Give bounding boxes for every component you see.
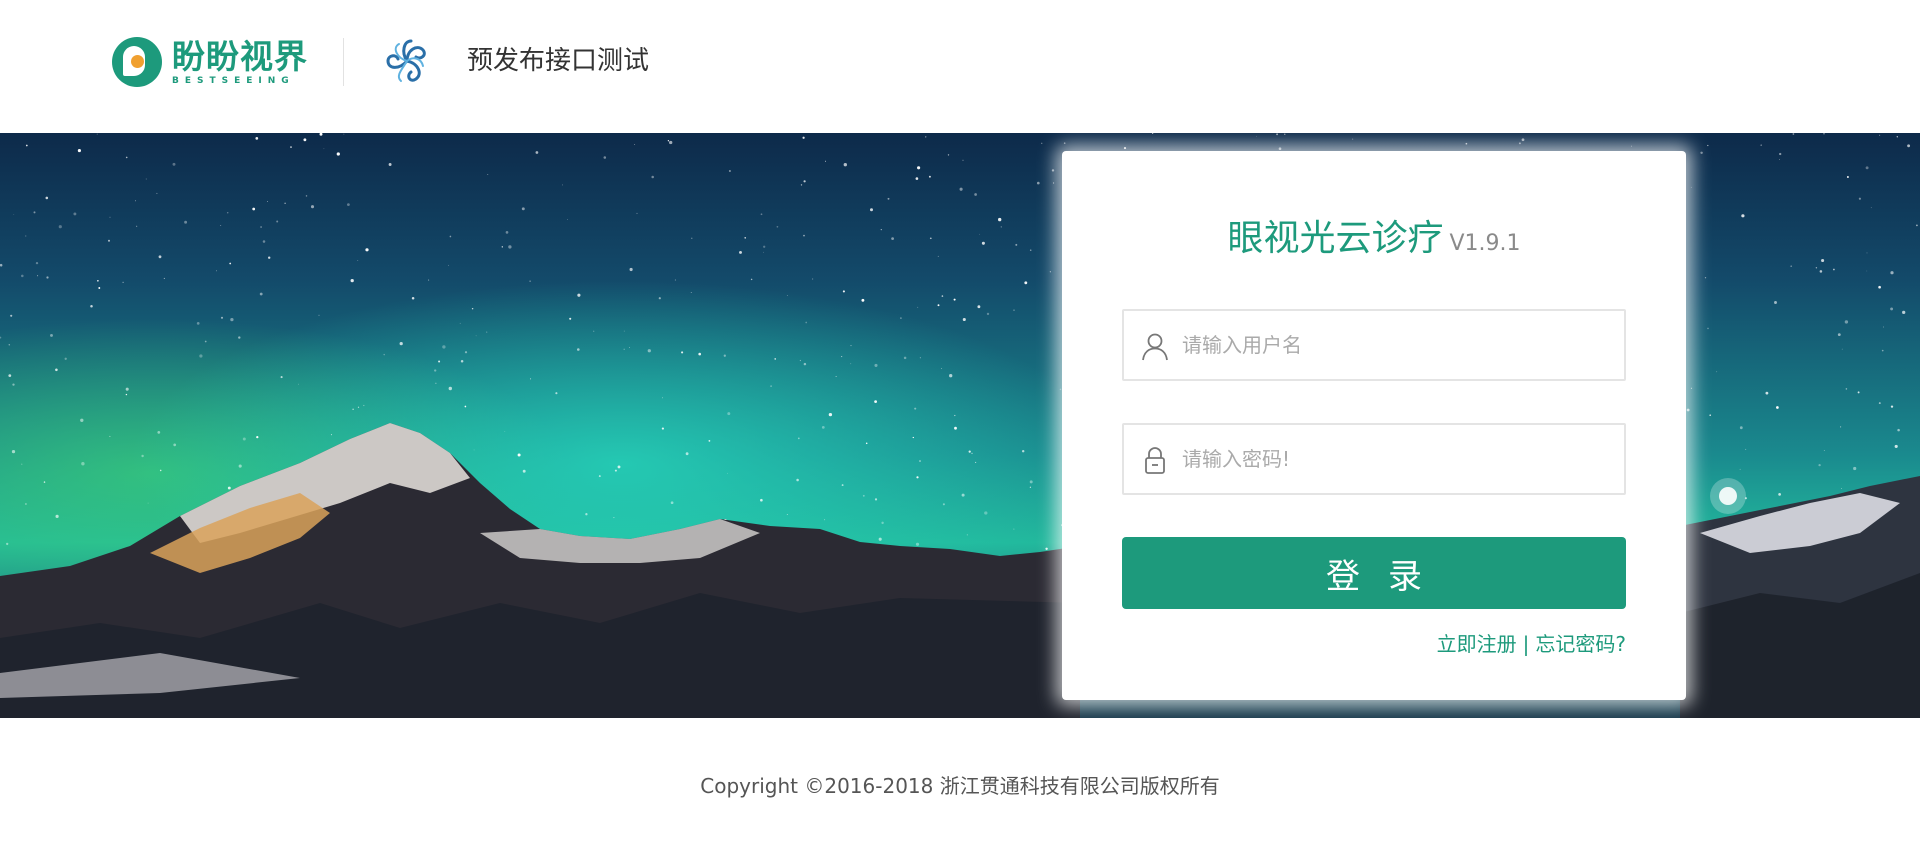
password-input[interactable]: [1182, 425, 1612, 493]
app-title: 眼视光云诊疗: [1227, 218, 1444, 259]
bestseeing-logo-icon: [112, 37, 162, 87]
app-version: V1.9.1: [1449, 231, 1521, 256]
site-title: 预发布接口测试: [467, 46, 650, 76]
brand-logo[interactable]: 盼盼视界 BESTSEEING: [112, 37, 308, 87]
brand-name-en: BESTSEEING: [172, 75, 295, 86]
header-bar: 盼盼视界 BESTSEEING 预发布接口测试: [0, 0, 1920, 133]
header-divider: [343, 38, 344, 86]
link-separator: |: [1522, 632, 1530, 656]
password-field: [1122, 423, 1626, 495]
username-field: [1122, 309, 1626, 381]
forgot-password-link[interactable]: 忘记密码?: [1535, 632, 1626, 656]
username-input[interactable]: [1182, 311, 1612, 379]
auth-links: 立即注册 | 忘记密码?: [1437, 628, 1626, 657]
lock-icon: [1145, 447, 1165, 474]
swirl-logo-icon: [386, 39, 426, 82]
footer-copyright: Copyright ©2016-2018 浙江贯通科技有限公司版权所有: [700, 774, 1220, 798]
login-card: 眼视光云诊疗V1.9.1 登录 立即注册|忘记密码?: [1062, 151, 1686, 700]
brand-name: 盼盼视界: [172, 36, 308, 76]
login-title: 眼视光云诊疗 V1.9.1: [1062, 209, 1686, 261]
register-link[interactable]: 立即注册: [1437, 632, 1517, 656]
login-button[interactable]: 登录: [1122, 537, 1626, 609]
user-icon: [1142, 333, 1168, 361]
